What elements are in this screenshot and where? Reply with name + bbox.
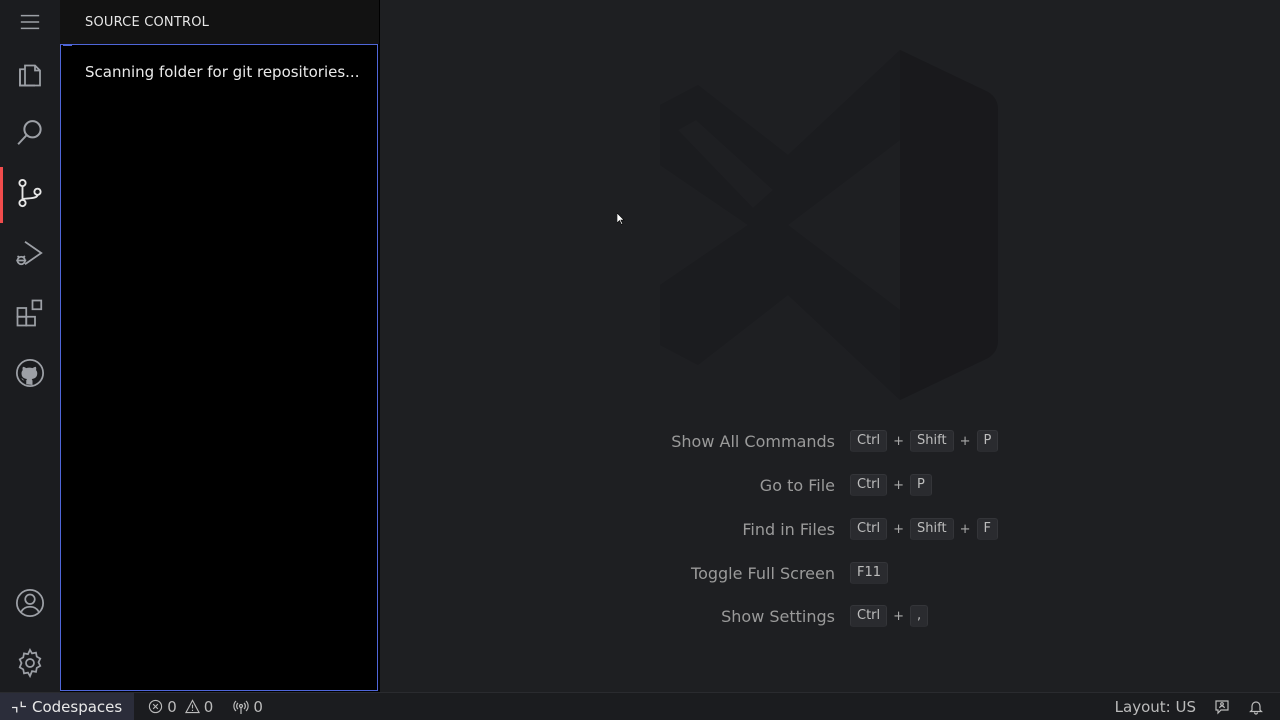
extensions-button[interactable] [0,285,60,341]
search-icon [17,120,42,145]
progress-indicator [63,44,72,46]
source-control-sidebar: SOURCE CONTROL Scanning folder for git r… [60,0,380,692]
key-cap: Shift [910,430,954,452]
shortcut-label: Find in Files [742,519,835,539]
activity-bar [0,0,60,692]
error-count: 0 [167,697,177,716]
key-cap: Ctrl [850,430,888,452]
accounts-button[interactable] [0,575,60,631]
accounts-icon [16,589,44,617]
error-icon [149,699,163,714]
problems-button[interactable]: 0 0 [148,698,213,716]
source-control-button[interactable] [0,165,60,223]
key-cap: Ctrl [850,474,888,496]
remote-label: Codespaces [32,697,123,716]
broadcast-icon [233,700,250,714]
shortcut-label: Go to File [759,475,835,495]
sidebar-header: SOURCE CONTROL [60,0,379,44]
remote-indicator-button[interactable]: Codespaces [0,693,135,720]
vscode-logo-watermark-icon [660,50,998,400]
shortcut-keys: Ctrl + , [850,605,929,627]
notifications-bell-icon[interactable] [1248,699,1264,715]
search-button[interactable] [0,105,60,161]
mouse-cursor-icon [617,213,625,225]
explorer-button[interactable] [0,45,60,101]
remote-icon [12,701,26,712]
shortcut-label: Show All Commands [671,431,835,451]
editor-area[interactable]: Show All Commands Ctrl + Shift + P Go to F… [380,0,1280,692]
shortcut-keys: Ctrl + Shift + P [850,430,999,452]
feedback-icon[interactable] [1214,699,1230,715]
run-debug-icon [16,241,43,266]
menu-button[interactable] [0,0,60,50]
key-cap: P [976,430,999,452]
key-cap: P [910,474,932,496]
settings-gear-icon [18,648,42,678]
ports-count: 0 [253,697,263,716]
vscode-window: SOURCE CONTROL Scanning folder for git r… [0,0,1280,720]
sidebar-panel[interactable]: Scanning folder for git repositories... [60,44,378,691]
key-cap: Ctrl [850,605,888,627]
keyboard-layout-button[interactable]: Layout: US [1115,698,1196,716]
source-control-icon [18,178,42,208]
warning-count: 0 [203,697,214,716]
ports-button[interactable]: 0 [233,698,263,716]
github-button[interactable] [0,345,60,401]
shortcut-keys: F11 [850,562,889,584]
extensions-icon [16,299,43,327]
status-right: Layout: US [1115,698,1280,716]
key-cap: Ctrl [850,518,888,540]
explorer-icon [19,64,41,87]
key-cap: , [910,605,929,627]
sidebar-title: SOURCE CONTROL [85,14,210,30]
scanning-message: Scanning folder for git repositories... [85,63,360,81]
settings-button[interactable] [0,635,60,691]
warning-icon [184,699,200,714]
key-cap: F11 [850,562,889,584]
key-cap: Shift [910,518,954,540]
shortcut-label: Show Settings [721,606,835,626]
shortcut-label: Toggle Full Screen [691,563,835,583]
github-icon [16,359,44,387]
menu-icon [20,14,40,30]
status-bar: Codespaces 0 0 0 Layout: US [0,692,1280,720]
shortcut-keys: Ctrl + P [850,474,932,496]
key-cap: F [976,518,998,540]
run-debug-button[interactable] [0,225,60,281]
shortcut-keys: Ctrl + Shift + F [850,518,998,540]
